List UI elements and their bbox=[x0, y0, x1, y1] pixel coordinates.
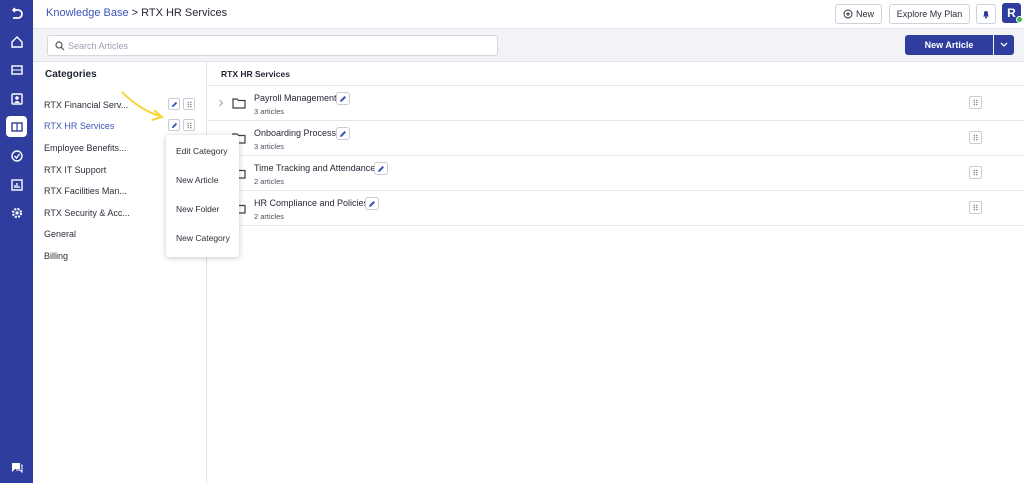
drag-handle-icon[interactable] bbox=[183, 119, 195, 131]
folder-article-count: 3 articles bbox=[254, 142, 285, 151]
content-pane: RTX HR Services Payroll Management 3 art… bbox=[208, 62, 1024, 483]
chat-icon[interactable] bbox=[6, 456, 27, 477]
chevron-right-icon[interactable] bbox=[218, 99, 224, 107]
edit-folder-icon[interactable] bbox=[365, 197, 379, 210]
contacts-icon[interactable] bbox=[6, 88, 27, 109]
home-icon[interactable] bbox=[6, 31, 27, 52]
content-title: RTX HR Services bbox=[221, 69, 290, 79]
folder-name: HR Compliance and Policies bbox=[254, 198, 369, 208]
folder-row[interactable]: Onboarding Process 3 articles bbox=[208, 121, 1024, 156]
category-label: RTX HR Services bbox=[44, 121, 115, 131]
explore-plan-label: Explore My Plan bbox=[896, 9, 963, 19]
app-root: Knowledge Base > RTX HR Services New Exp… bbox=[0, 0, 1024, 483]
menu-item-new-category[interactable]: New Category bbox=[166, 225, 239, 251]
drag-handle-icon[interactable] bbox=[969, 201, 982, 214]
folder-article-count: 3 articles bbox=[254, 107, 285, 116]
folder-icon bbox=[232, 98, 246, 109]
annotation-arrow-icon bbox=[121, 91, 165, 121]
notifications-button[interactable] bbox=[976, 4, 996, 24]
menu-item-new-article[interactable]: New Article bbox=[166, 167, 239, 193]
drag-handle-icon[interactable] bbox=[969, 131, 982, 144]
folder-name: Time Tracking and Attendance bbox=[254, 163, 376, 173]
folder-name: Onboarding Process bbox=[254, 128, 337, 138]
bell-icon bbox=[983, 11, 989, 19]
knowledge-base-icon[interactable] bbox=[6, 116, 27, 137]
folder-article-count: 2 articles bbox=[254, 212, 285, 221]
new-article-button[interactable]: New Article bbox=[905, 35, 993, 55]
folder-name: Payroll Management bbox=[254, 93, 337, 103]
search-input[interactable] bbox=[68, 37, 488, 54]
category-label: General bbox=[44, 229, 77, 239]
settings-icon[interactable] bbox=[6, 202, 27, 223]
categories-panel: Categories RTX Financial Serv... RTX HR … bbox=[33, 62, 207, 483]
category-label: Employee Benefits... bbox=[44, 143, 127, 153]
ticket-icon[interactable] bbox=[6, 59, 27, 80]
new-article-label: New Article bbox=[924, 40, 974, 50]
folder-row[interactable]: HR Compliance and Policies 2 articles bbox=[208, 191, 1024, 226]
drag-handle-icon[interactable] bbox=[969, 166, 982, 179]
avatar-letter: R bbox=[1007, 6, 1016, 20]
search-icon bbox=[55, 41, 65, 51]
plus-circle-icon bbox=[843, 9, 853, 19]
category-label: RTX Facilities Man... bbox=[44, 186, 127, 196]
folder-article-count: 2 articles bbox=[254, 177, 285, 186]
edit-folder-icon[interactable] bbox=[374, 162, 388, 175]
new-button[interactable]: New bbox=[835, 4, 882, 24]
top-bar: Knowledge Base > RTX HR Services New Exp… bbox=[33, 0, 1024, 29]
logo-icon[interactable] bbox=[6, 3, 27, 24]
category-label: RTX Security & Acc... bbox=[44, 208, 130, 218]
breadcrumb-current: RTX HR Services bbox=[141, 7, 228, 19]
folder-row[interactable]: Payroll Management 3 articles bbox=[208, 86, 1024, 121]
category-context-menu: Edit Category New Article New Folder New… bbox=[166, 135, 239, 257]
edit-folder-icon[interactable] bbox=[336, 92, 350, 105]
online-status-icon bbox=[1016, 16, 1023, 23]
new-article-dropdown-button[interactable] bbox=[994, 35, 1014, 55]
explore-plan-button[interactable]: Explore My Plan bbox=[889, 4, 970, 24]
tasks-icon[interactable] bbox=[6, 145, 27, 166]
categories-title: Categories bbox=[45, 69, 97, 80]
search-box bbox=[47, 35, 498, 56]
breadcrumb: Knowledge Base > RTX HR Services bbox=[46, 7, 227, 19]
new-button-label: New bbox=[855, 9, 874, 19]
menu-item-new-folder[interactable]: New Folder bbox=[166, 196, 239, 222]
breadcrumb-root-link[interactable]: Knowledge Base bbox=[46, 7, 129, 19]
drag-handle-icon[interactable] bbox=[969, 96, 982, 109]
folder-row[interactable]: Time Tracking and Attendance 2 articles bbox=[208, 156, 1024, 191]
chevron-down-icon bbox=[1000, 42, 1008, 47]
edit-folder-icon[interactable] bbox=[336, 127, 350, 140]
category-label: RTX IT Support bbox=[44, 165, 107, 175]
breadcrumb-separator: > bbox=[131, 7, 139, 19]
drag-handle-icon[interactable] bbox=[183, 98, 195, 110]
left-nav-rail bbox=[0, 0, 33, 483]
menu-item-edit-category[interactable]: Edit Category bbox=[166, 138, 239, 164]
search-strip: New Article bbox=[33, 29, 1024, 62]
reports-icon[interactable] bbox=[6, 174, 27, 195]
category-label: Billing bbox=[44, 251, 69, 261]
